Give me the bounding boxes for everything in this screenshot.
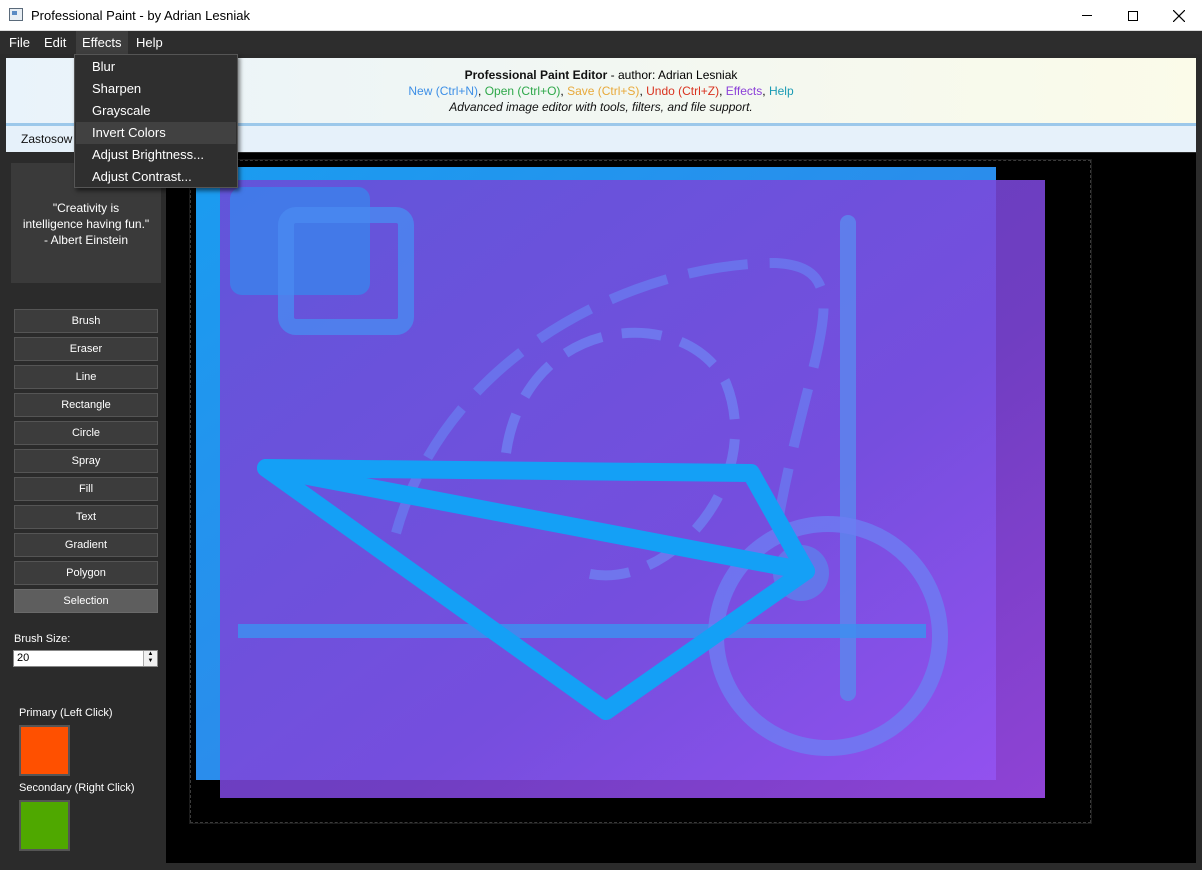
header-author: - author: Adrian Lesniak (607, 68, 738, 82)
header-title: Professional Paint Editor (464, 68, 608, 82)
menu-file[interactable]: File (3, 31, 36, 54)
tool-sidebar: "Creativity is intelligence having fun."… (0, 153, 166, 870)
close-button[interactable] (1156, 0, 1202, 31)
app-icon (9, 8, 23, 21)
menu-bar: File Edit Effects Help (0, 31, 1202, 54)
tool-polygon-button[interactable]: Polygon (14, 561, 158, 585)
menu-effects[interactable]: Effects (76, 31, 128, 54)
close-icon (1173, 9, 1185, 22)
corner-square (230, 187, 370, 295)
tool-eraser-button[interactable]: Eraser (14, 337, 158, 361)
quote-line: "Creativity is (52, 201, 120, 215)
brush-size-label: Brush Size: (14, 633, 71, 645)
primary-color-swatch[interactable] (19, 725, 70, 776)
header-help-hint: Help (768, 84, 794, 98)
spin-up-icon[interactable]: ▲ (144, 651, 157, 658)
brush-size-value[interactable]: 20 (17, 652, 29, 664)
header-open-hint: Open (Ctrl+O) (484, 84, 561, 98)
tool-selection-button[interactable]: Selection (14, 589, 158, 613)
separator: , (478, 84, 485, 98)
spin-down-icon[interactable]: ▼ (144, 658, 157, 665)
tool-spray-button[interactable]: Spray (14, 449, 158, 473)
tool-text-button[interactable]: Text (14, 505, 158, 529)
brush-size-spinbox[interactable]: 20 ▲ ▼ (13, 650, 158, 667)
minimize-icon (1082, 15, 1092, 16)
title-bar: Professional Paint - by Adrian Lesniak (0, 0, 1202, 31)
header-new-hint: New (Ctrl+N) (408, 84, 479, 98)
quote-line: intelligence having fun." (22, 217, 150, 231)
tool-list: Brush Eraser Line Rectangle Circle Spray Fill T… (14, 309, 158, 617)
header-save-hint: Save (Ctrl+S) (567, 84, 640, 98)
window-title: Professional Paint - by Adrian Lesniak (31, 8, 250, 23)
menu-edit[interactable]: Edit (38, 31, 72, 54)
tool-rectangle-button[interactable]: Rectangle (14, 393, 158, 417)
primary-color-label: Primary (Left Click) (19, 707, 113, 719)
effects-menu-item[interactable]: Blur (75, 56, 237, 78)
tool-brush-button[interactable]: Brush (14, 309, 158, 333)
subbar-label: Zastosow (21, 132, 73, 146)
tool-circle-button[interactable]: Circle (14, 421, 158, 445)
quote-author: - Albert Einstein (43, 233, 129, 247)
effects-menu-item[interactable]: Sharpen (75, 78, 237, 100)
effects-dropdown-menu: Blur Sharpen Grayscale Invert Colors Adjust … (74, 54, 238, 188)
spin-arrows[interactable]: ▲ ▼ (143, 651, 157, 666)
separator: , (719, 84, 726, 98)
minimize-button[interactable] (1064, 0, 1110, 31)
drawing-canvas[interactable] (166, 153, 1196, 863)
effects-menu-item[interactable]: Grayscale (75, 100, 237, 122)
effects-menu-item[interactable]: Invert Colors (76, 122, 236, 144)
separator: , (762, 84, 769, 98)
maximize-button[interactable] (1110, 0, 1156, 31)
canvas-area[interactable] (166, 153, 1196, 863)
menu-help[interactable]: Help (130, 31, 169, 54)
tool-gradient-button[interactable]: Gradient (14, 533, 158, 557)
header-effects-hint: Effects (725, 84, 763, 98)
tool-fill-button[interactable]: Fill (14, 477, 158, 501)
header-undo-hint: Undo (Ctrl+Z) (646, 84, 720, 98)
maximize-icon (1128, 10, 1138, 21)
effects-menu-item[interactable]: Adjust Contrast... (75, 166, 237, 188)
tool-line-button[interactable]: Line (14, 365, 158, 389)
secondary-color-swatch[interactable] (19, 800, 70, 851)
secondary-color-label: Secondary (Right Click) (19, 782, 135, 794)
effects-menu-item[interactable]: Adjust Brightness... (75, 144, 237, 166)
